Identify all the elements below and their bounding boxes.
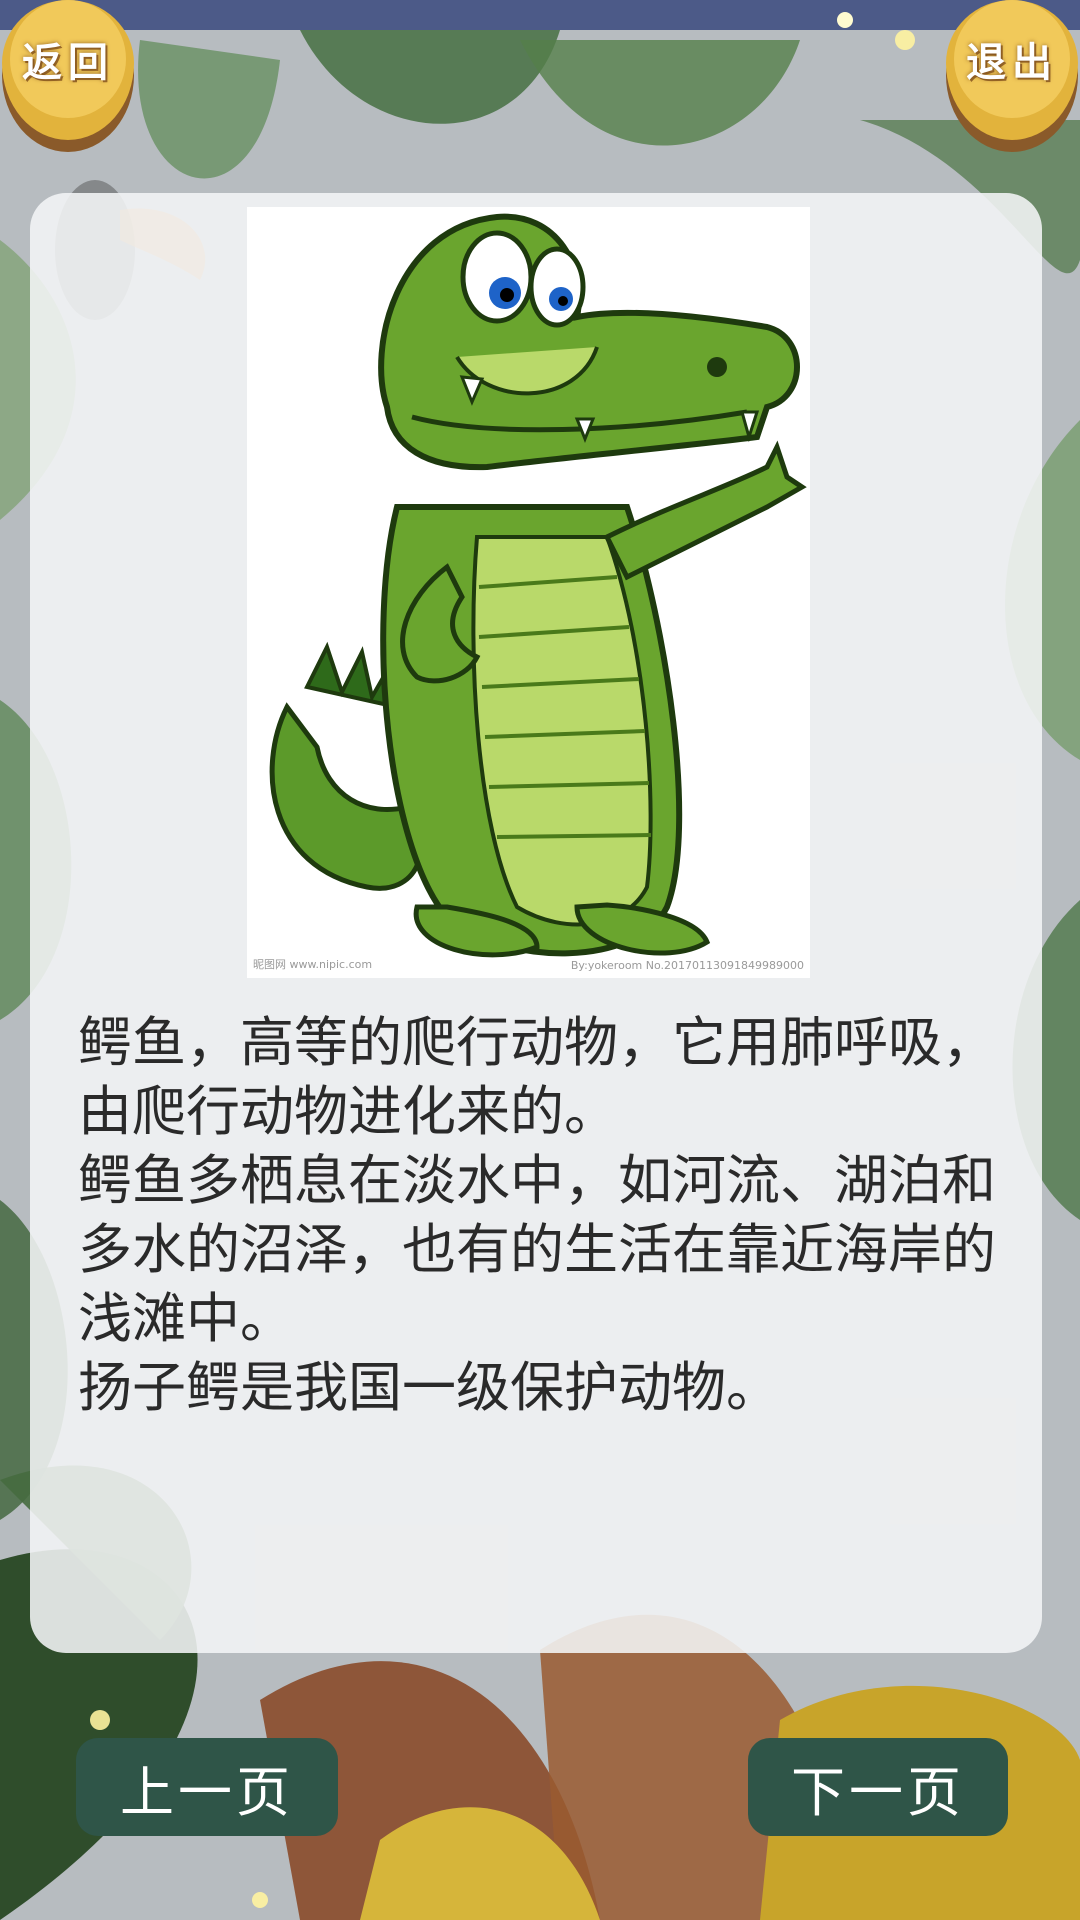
- image-watermark-left: 昵图网 www.nipic.com: [253, 958, 373, 971]
- back-button-label: 返回: [22, 40, 114, 86]
- crocodile-illustration: 昵图网 www.nipic.com By:yokeroom No.2017011…: [247, 207, 810, 978]
- image-watermark-right: By:yokeroom No.20170113091849989000: [570, 959, 804, 972]
- description-paragraph-3: 扬子鳄是我国一级保护动物。: [78, 1356, 780, 1419]
- previous-page-button[interactable]: 上一页: [76, 1738, 338, 1836]
- previous-page-label: 上一页: [120, 1760, 294, 1824]
- description-paragraph-1: 鳄鱼，高等的爬行动物，它用肺呼吸，由爬行动物进化来的。: [78, 1011, 996, 1143]
- description-text: 鳄鱼，高等的爬行动物，它用肺呼吸，由爬行动物进化来的。 鳄鱼多栖息在淡水中，如河…: [78, 1008, 998, 1422]
- crocodile-icon: [269, 213, 807, 958]
- next-page-button[interactable]: 下一页: [748, 1738, 1008, 1836]
- next-page-label: 下一页: [791, 1760, 965, 1824]
- exit-button-label: 退出: [966, 40, 1058, 86]
- description-paragraph-2: 鳄鱼多栖息在淡水中，如河流、湖泊和多水的沼泽，也有的生活在靠近海岸的浅滩中。: [78, 1149, 996, 1350]
- screen: 返回 退出 昵图网 www.nipic.com By:yokeroom No.2…: [0, 0, 1080, 1920]
